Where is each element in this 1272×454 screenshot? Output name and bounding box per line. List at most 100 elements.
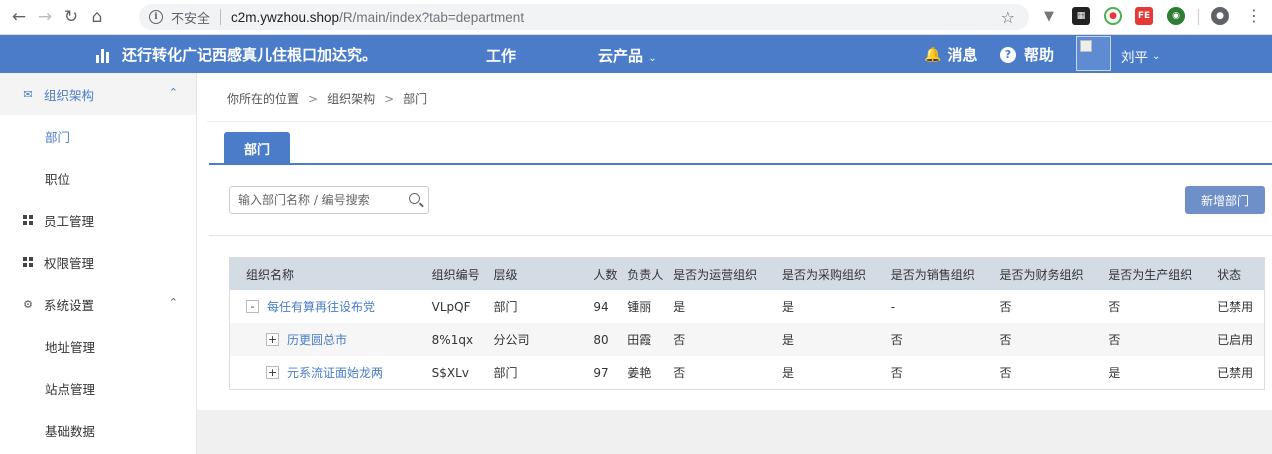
department-table: 组织名称 组织编号 层级 人数 负责人 是否为运营组织 是否为采购组织 是否为销… [229,257,1265,390]
bookmark-star-icon[interactable]: ☆ [1001,8,1015,27]
sidebar-item-org-structure[interactable]: ✉ 组织架构 ⌃ [0,73,196,115]
purchase-cell: 是 [781,333,794,347]
extension-v-icon[interactable]: ▼ [1040,7,1058,25]
content-panel: 你所在的位置 > 组织架构 > 部门 部门 新增部门 组织名称 组织编号 层级 人数 负… [197,73,1272,410]
column-header[interactable]: 是否为生产组织 [1102,266,1211,283]
chevron-down-icon: ⌄ [648,53,657,64]
table-row[interactable]: - 每任有算再往设布党 VLpQF 部门 94 锺丽 是 是 - 否 否 已禁用 [230,290,1264,323]
add-department-label: 新增部门 [1200,193,1249,208]
department-name-link[interactable]: 元系流证面始龙两 [287,364,383,381]
profile-icon[interactable]: ● [1211,7,1229,25]
breadcrumb-org-structure[interactable]: 组织架构 [327,92,375,106]
breadcrumb-prefix: 你所在的位置 [227,92,300,106]
browser-toolbar: ← → ↻ ⌂ i 不安全 c2m.ywzhou.shop/R/main/ind… [0,0,1272,35]
column-header[interactable]: 状态 [1211,266,1264,283]
extension-globe-icon[interactable]: ◉ [1167,7,1185,25]
search-input[interactable] [230,187,400,213]
name-cell: + 元系流证面始龙两 [230,364,426,381]
sidebar-item-label: 员工管理 [44,213,95,229]
collapse-toggle[interactable]: - [246,300,259,313]
sidebar-item-department[interactable]: 部门 [0,115,196,157]
nav-cloud-products-label: 云产品 [598,47,644,65]
sales-cell: 否 [890,333,903,347]
nav-cloud-products[interactable]: 云产品 ⌄ [598,45,657,66]
production-cell: 否 [1108,333,1121,347]
security-label: 不安全 [171,11,211,27]
column-header[interactable]: 组织编号 [426,266,488,283]
toolbar-divider [1198,9,1199,25]
extension-qr-icon[interactable]: ▦ [1072,7,1090,25]
reload-icon[interactable]: ↻ [58,4,84,30]
breadcrumb-department: 部门 [403,92,428,106]
owner-cell: 田霞 [627,333,652,347]
sidebar-item-sites[interactable]: 站点管理 [0,367,196,409]
sales-cell: - [890,299,896,314]
sidebar-item-system-settings[interactable]: ⚙ 系统设置 ⌃ [0,283,196,325]
sidebar-item-label: 权限管理 [44,255,95,271]
user-menu[interactable]: 刘平 ⌄ [1121,46,1160,66]
sidebar-item-label: 部门 [45,129,71,145]
tier-cell: 部门 [493,366,518,380]
ops-cell: 是 [673,300,686,314]
purchase-cell: 是 [781,300,794,314]
column-header[interactable]: 负责人 [621,266,667,283]
column-header[interactable]: 组织名称 [230,266,426,283]
help-icon: ? [1000,46,1016,63]
breadcrumb: 你所在的位置 > 组织架构 > 部门 [227,90,427,107]
help-button[interactable]: ? 帮助 [1000,44,1054,65]
column-header[interactable]: 是否为采购组织 [776,266,885,283]
brand[interactable]: 还行转化广记西感真儿住根口加达究。 [96,44,377,65]
help-label: 帮助 [1024,46,1055,64]
chevron-up-icon: ⌃ [168,296,178,309]
ops-cell: 否 [673,366,686,380]
sidebar-item-employees[interactable]: 员工管理 [0,199,196,241]
sidebar-item-permissions[interactable]: 权限管理 [0,241,196,283]
tab-underline [209,163,1272,165]
breadcrumb-separator: > [308,92,319,106]
column-header[interactable]: 是否为运营组织 [667,266,776,283]
address-bar[interactable]: i 不安全 c2m.ywzhou.shop/R/main/index?tab=d… [139,4,1029,30]
back-icon[interactable]: ← [6,4,32,30]
url-host: c2m.ywzhou.shop [231,9,340,25]
sidebar: ✉ 组织架构 ⌃ 部门 职位 员工管理 权限管理 ⚙ 系统设置 ⌃ 地址管理 站… [0,73,197,454]
count-cell: 97 [593,365,609,380]
nav-work-label: 工作 [486,47,517,65]
url-text[interactable]: c2m.ywzhou.shop/R/main/index?tab=departm… [231,10,524,25]
tab-department[interactable]: 部门 [224,132,290,164]
extension-fe-icon[interactable]: FE [1135,7,1153,25]
finance-cell: 否 [999,366,1012,380]
department-name-link[interactable]: 每任有算再往设布党 [267,298,375,315]
grid-icon [22,215,34,225]
search-icon[interactable] [409,193,420,204]
home-icon[interactable]: ⌂ [84,4,110,30]
sidebar-item-position[interactable]: 职位 [0,157,196,199]
table-row[interactable]: + 元系流证面始龙两 S$XLv 部门 97 姜艳 否 是 否 否 是 已禁用 [230,356,1264,389]
sidebar-item-label: 系统设置 [44,297,95,313]
extension-target-icon[interactable]: ● [1104,7,1122,25]
column-header[interactable]: 层级 [488,266,588,283]
nav-work[interactable]: 工作 [486,45,516,66]
sidebar-item-label: 职位 [45,171,71,187]
sidebar-item-basic-data[interactable]: 基础数据 [0,409,196,451]
forward-icon[interactable]: → [32,4,58,30]
sidebar-item-address[interactable]: 地址管理 [0,325,196,367]
expand-toggle[interactable]: + [266,333,279,346]
table-row[interactable]: + 历更圆总市 8%1qx 分公司 80 田霞 否 是 否 否 否 已启用 [230,323,1264,356]
department-name-link[interactable]: 历更圆总市 [287,331,347,348]
column-header[interactable]: 人数 [587,266,621,283]
messages-button[interactable]: 🔔 消息 [924,44,977,65]
add-department-button[interactable]: 新增部门 [1185,186,1265,214]
code-cell: VLpQF [431,299,471,314]
expand-toggle[interactable]: + [266,366,279,379]
column-header[interactable]: 是否为财务组织 [994,266,1103,283]
avatar[interactable] [1076,36,1111,71]
column-header[interactable]: 是否为销售组织 [885,266,994,283]
info-icon[interactable]: i [149,10,163,24]
gear-icon: ⚙ [23,297,33,311]
messages-label: 消息 [947,46,978,64]
main-content: 你所在的位置 > 组织架构 > 部门 部门 新增部门 组织名称 组织编号 层级 人数 负… [197,73,1272,454]
menu-kebab-icon[interactable]: ⋮ [1246,6,1262,25]
code-cell: S$XLv [431,365,469,380]
status-cell: 已禁用 [1217,300,1254,314]
count-cell: 94 [593,299,609,314]
